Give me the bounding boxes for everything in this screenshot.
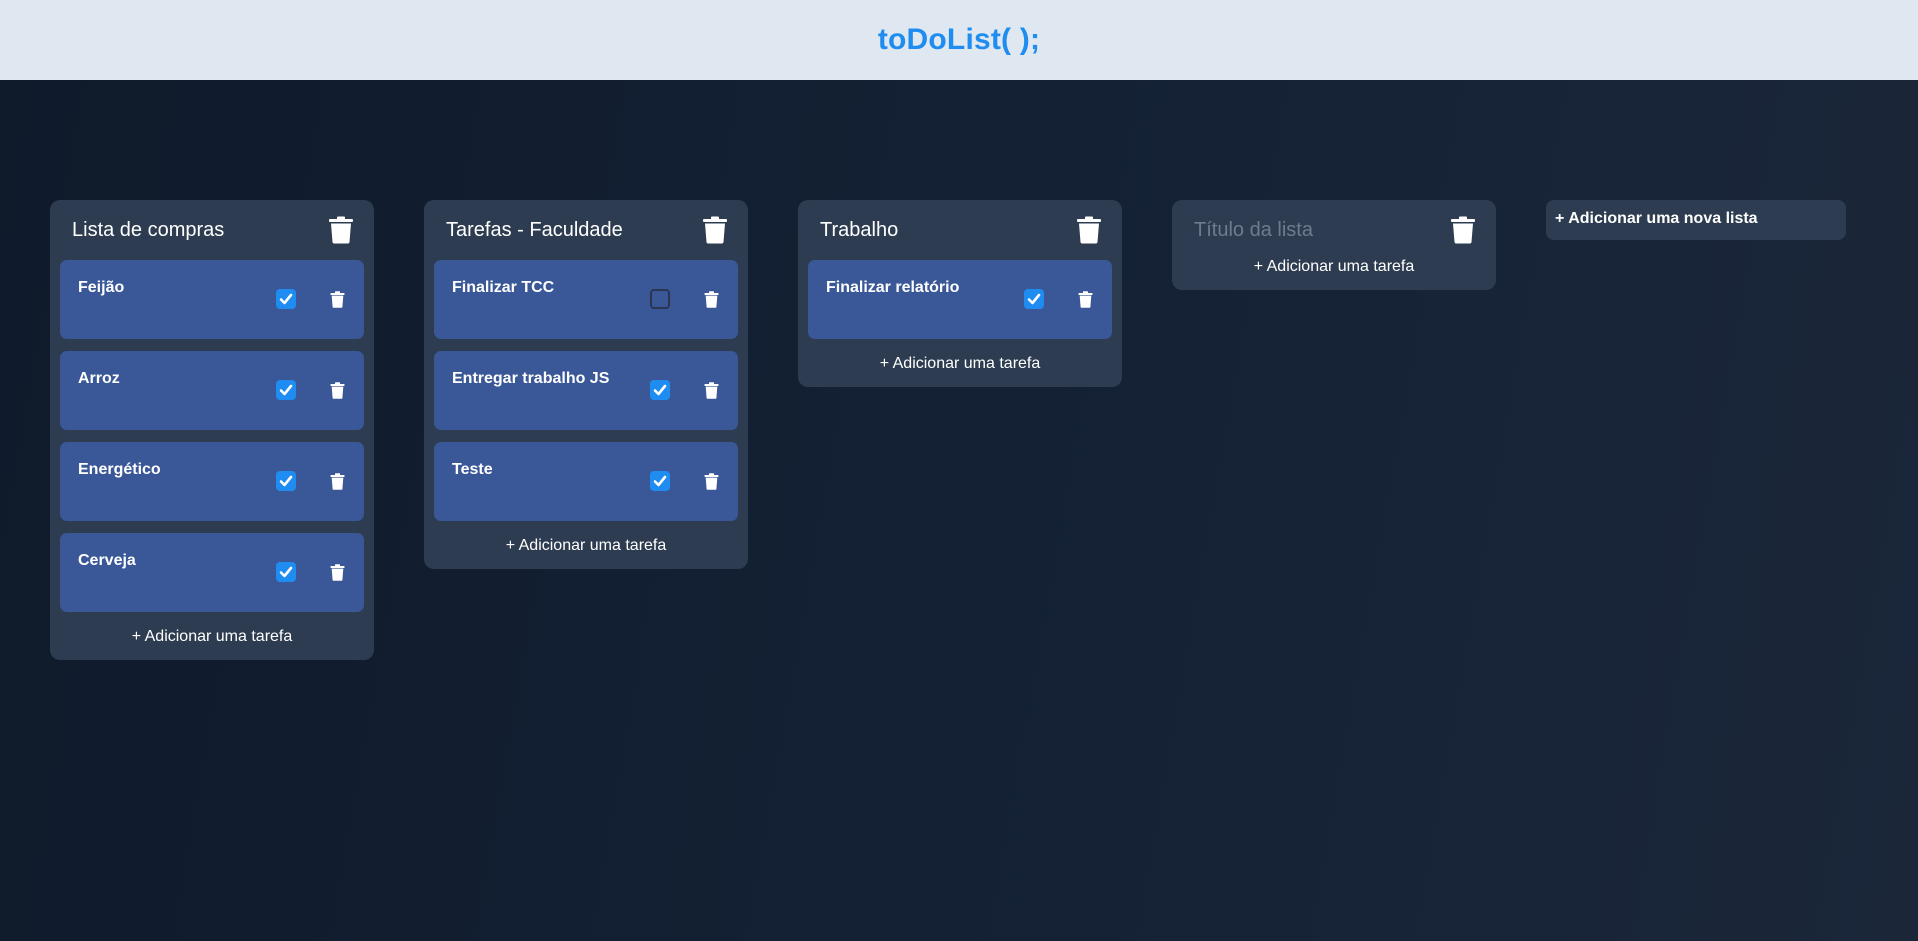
checkmark-icon [279,475,293,487]
task-item: Teste [434,442,738,521]
checkmark-icon [279,384,293,396]
task-item: Energético [60,442,364,521]
checkmark-icon [279,566,293,578]
task-label: Feijão [78,279,125,296]
task-item: Entregar trabalho JS [434,351,738,430]
delete-list-trash-icon[interactable] [1450,216,1476,244]
task-label: Finalizar relatório [826,279,960,296]
delete-task-trash-icon[interactable] [330,382,345,399]
list-header: Lista de compras [60,200,364,260]
delete-list-trash-icon[interactable] [328,216,354,244]
delete-task-trash-icon[interactable] [330,291,345,308]
add-task-button[interactable]: + Adicionar uma tarefa [808,351,1112,373]
task-checkbox[interactable] [276,289,296,309]
delete-task-trash-icon[interactable] [704,291,719,308]
list-title[interactable]: Trabalho [820,219,898,242]
task-label: Arroz [78,370,120,387]
task-label: Energético [78,461,161,478]
add-task-button[interactable]: + Adicionar uma tarefa [1182,258,1486,276]
task-checkbox[interactable] [276,562,296,582]
task-label: Entregar trabalho JS [452,370,610,387]
delete-task-trash-icon[interactable] [330,564,345,581]
task-checkbox[interactable] [1024,289,1044,309]
list-title-input[interactable]: Título da lista [1194,219,1313,242]
checkmark-icon [1027,293,1041,305]
task-item: Finalizar relatório [808,260,1112,339]
task-item: Cerveja [60,533,364,612]
list-title[interactable]: Tarefas - Faculdade [446,219,623,242]
add-task-button[interactable]: + Adicionar uma tarefa [60,624,364,646]
task-checkbox[interactable] [650,289,670,309]
list-card: Tarefas - Faculdade Finalizar TCC Entreg… [424,200,748,569]
checkmark-icon [279,293,293,305]
delete-task-trash-icon[interactable] [704,382,719,399]
checkmark-icon [653,384,667,396]
app-title: toDoList( ); [877,23,1041,56]
task-checkbox[interactable] [276,471,296,491]
task-checkbox[interactable] [650,380,670,400]
board: Lista de compras Feijão Arroz Energético… [50,200,1910,900]
task-item: Finalizar TCC [434,260,738,339]
add-task-button[interactable]: + Adicionar uma tarefa [434,533,738,555]
task-label: Teste [452,461,493,478]
task-item: Arroz [60,351,364,430]
task-item: Feijão [60,260,364,339]
list-header: Título da lista [1182,200,1486,260]
list-card: Lista de compras Feijão Arroz Energético… [50,200,374,660]
task-label: Cerveja [78,552,136,569]
task-label: Finalizar TCC [452,279,555,296]
delete-task-trash-icon[interactable] [1078,291,1093,308]
checkmark-icon [653,475,667,487]
list-card: Título da lista + Adicionar uma tarefa [1172,200,1496,290]
app-header: toDoList( ); [0,0,1918,80]
delete-list-trash-icon[interactable] [702,216,728,244]
delete-list-trash-icon[interactable] [1076,216,1102,244]
task-checkbox[interactable] [276,380,296,400]
list-header: Trabalho [808,200,1112,260]
list-header: Tarefas - Faculdade [434,200,738,260]
delete-task-trash-icon[interactable] [330,473,345,490]
list-title[interactable]: Lista de compras [72,219,224,242]
list-card: Trabalho Finalizar relatório + Adicionar… [798,200,1122,387]
add-new-list-button[interactable]: + Adicionar uma nova lista [1546,200,1846,240]
task-checkbox[interactable] [650,471,670,491]
delete-task-trash-icon[interactable] [704,473,719,490]
